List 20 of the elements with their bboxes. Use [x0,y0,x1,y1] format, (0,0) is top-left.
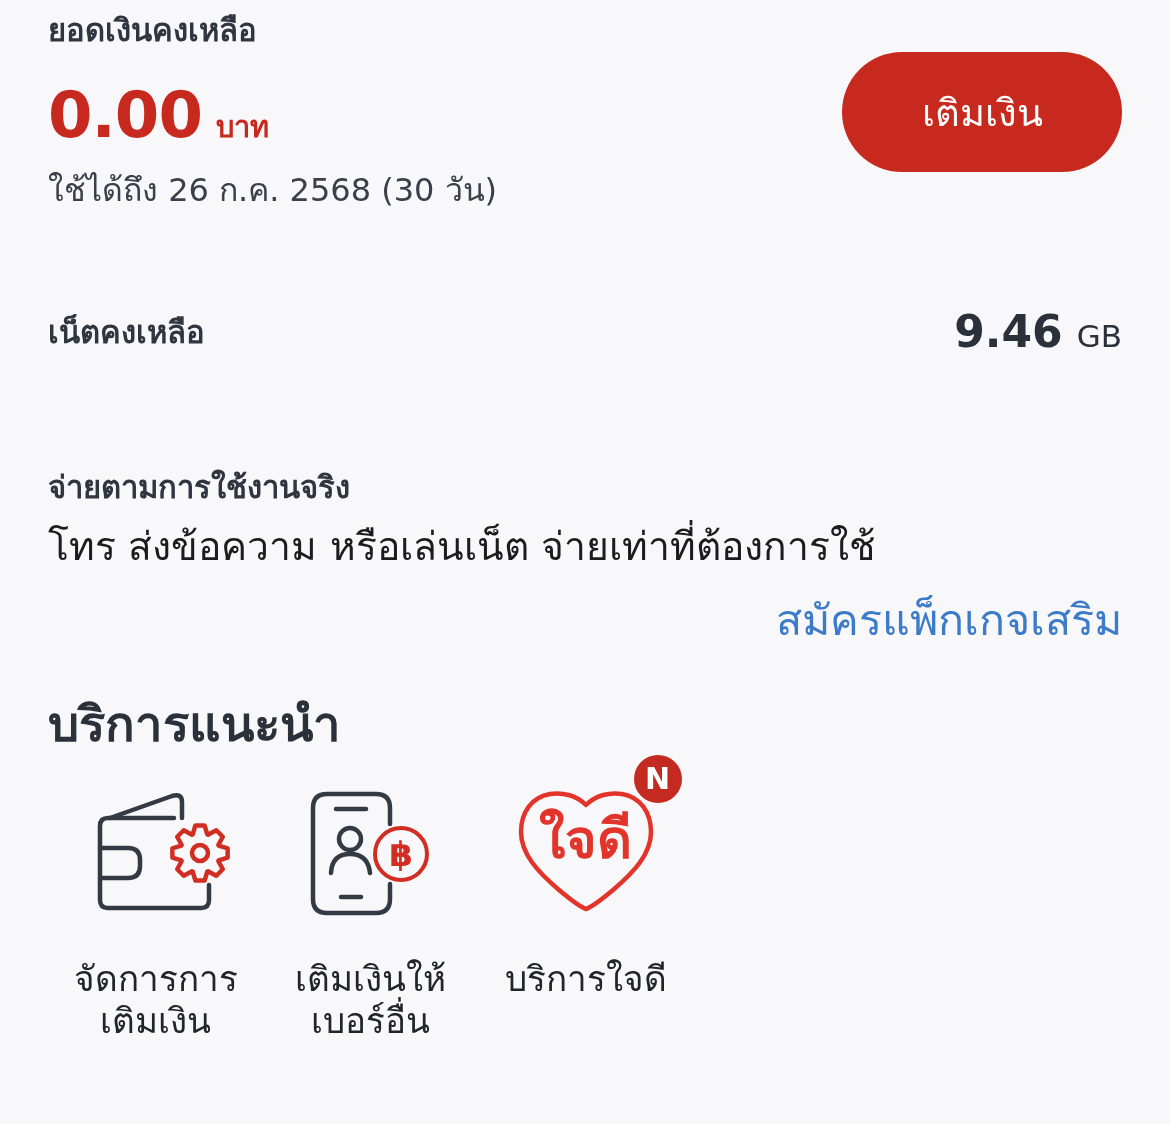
data-amount: 9.46 [954,307,1063,357]
balance-label: ยอดเงินคงเหลือ [48,11,257,50]
service-button[interactable]: ฿ เติมเงินให้ เบอร์อื่น [263,755,478,1042]
new-badge: N [633,755,682,803]
section-label: จ่ายตามการใช้งานจริง [48,468,351,507]
service-button[interactable]: จัดการการ เติมเงิน [48,755,263,1042]
description-text: โทร ส่งข้อความ หรือเล่นเน็ต จ่ายเท่าที่ต้องการใช้ [48,522,1122,572]
balance-amount: 0.00 [48,77,202,154]
data-label: เน็ตคงเหลือ [48,313,205,352]
service-button[interactable]: ใจดี N บริการใจดี [478,755,693,1042]
heart-logo[interactable] [517,791,654,912]
baht-coin: ฿ [373,826,429,882]
logo-text: ใจดี [539,809,632,871]
add-on-package-link[interactable]: สมัครแพ็กเกจเสริม [776,593,1122,647]
wallet-gear-icon[interactable] [95,791,232,913]
currency-unit: บาท [215,109,269,146]
top-up-button[interactable]: เติมเงิน [842,52,1122,172]
data-unit: GB [1076,317,1122,356]
validity-text: ใช้ได้ถึง 26 ก.ค. 2568 (30 วัน) [48,170,498,211]
section-title: บริการแนะนำ [48,695,342,755]
